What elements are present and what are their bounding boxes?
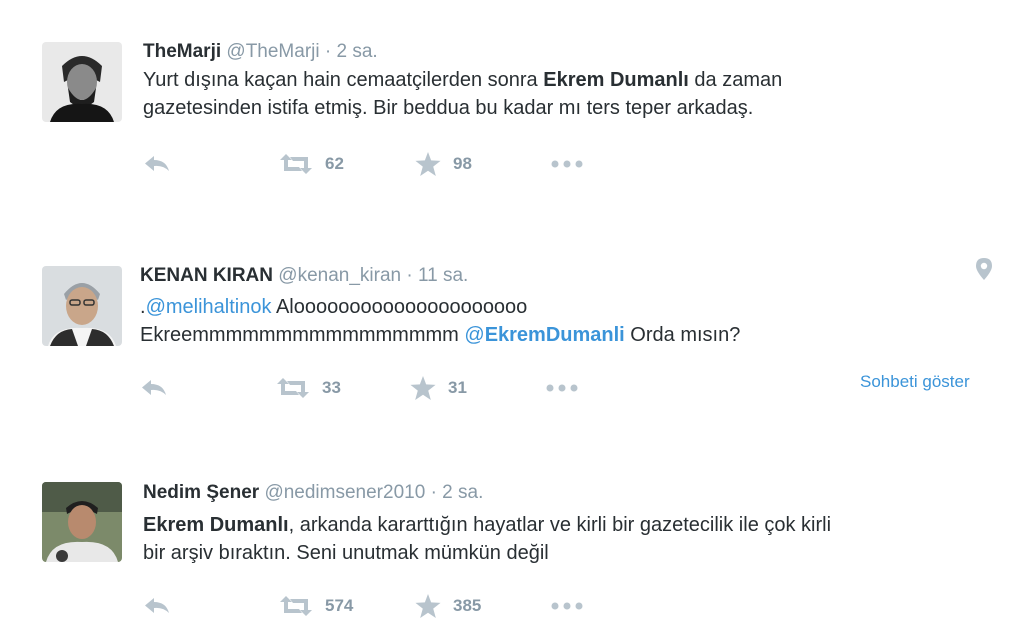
timestamp[interactable]: 2 sa. [337,41,378,62]
bold-text: Ekrem Dumanlı [143,514,289,536]
tweet-actions: 33 31 [140,375,740,401]
display-name[interactable]: TheMarji [143,41,221,62]
retweet-button[interactable]: 574 [279,593,353,619]
star-icon [410,376,436,400]
avatar[interactable] [42,482,122,562]
tweet-text: Ekrem Dumanlı, arkanda kararttığın hayat… [143,511,831,567]
star-icon [415,152,441,176]
retweet-icon [277,378,309,398]
reply-button[interactable] [143,151,171,177]
retweet-button[interactable]: 33 [276,375,341,401]
like-button[interactable]: 98 [415,151,472,177]
mention-link[interactable]: @EkremDumanli [464,324,624,346]
display-name[interactable]: KENAN KIRAN [140,265,273,286]
text-segment: Orda mısın? [624,324,741,346]
more-icon [546,384,578,392]
more-button[interactable] [546,375,578,401]
separator: · [406,265,413,286]
separator: · [324,41,332,62]
retweet-count: 574 [325,596,354,615]
text-line: bir arşiv bıraktın. Seni unutmak mümkün … [143,542,549,564]
tweet-actions: 62 98 [143,151,743,177]
tweet-actions: 574 385 [143,593,743,619]
reply-icon [145,156,169,171]
more-button[interactable] [551,593,583,619]
username[interactable]: @TheMarji [226,41,319,62]
avatar[interactable] [42,266,122,346]
reply-button[interactable] [140,375,168,401]
retweet-button[interactable]: 62 [279,151,344,177]
mention-name: EkremDumanli [484,324,625,346]
like-count: 385 [453,596,482,615]
timestamp[interactable]: 11 sa. [418,265,468,286]
retweet-count: 33 [322,378,341,397]
text-segment: Alooooooooooooooooooooo [271,296,528,318]
reply-button[interactable] [143,593,171,619]
text-segment: , arkanda kararttığın hayatlar ve kirli … [288,514,832,536]
username[interactable]: @kenan_kiran [278,265,401,286]
tweet-text: .@melihaltinok Alooooooooooooooooooooo E… [140,293,740,349]
avatar[interactable] [42,42,122,122]
username[interactable]: @nedimsener2010 [264,482,425,503]
retweet-count: 62 [325,154,344,173]
like-count: 31 [448,378,467,397]
more-icon [551,160,583,168]
reply-icon [145,598,169,613]
like-button[interactable]: 385 [415,593,481,619]
location-pin-icon[interactable] [976,258,992,280]
timestamp[interactable]: 2 sa. [442,482,483,503]
star-icon [415,594,441,618]
like-count: 98 [453,154,472,173]
text-segment: da zaman [688,69,783,91]
mention-at: @ [464,324,485,346]
tweet-header: Nedim Şener @nedimsener2010 · 2 sa. [143,482,483,504]
like-button[interactable]: 31 [410,375,467,401]
reply-icon [142,380,166,395]
tweet-text: Yurt dışına kaçan hain cemaatçilerden so… [143,66,782,122]
retweet-icon [280,154,312,174]
bold-text: Ekrem Dumanlı [543,69,689,91]
text-segment: Yurt dışına kaçan hain cemaatçilerden so… [143,69,544,91]
tweet-header: TheMarji @TheMarji · 2 sa. [143,41,378,63]
more-button[interactable] [551,151,583,177]
mention-link[interactable]: @melihaltinok [146,296,272,318]
text-segment: Ekreemmmmmmmmmmmmmmmm [140,324,465,346]
display-name[interactable]: Nedim Şener [143,482,259,503]
separator: · [430,482,437,503]
tweet-header: KENAN KIRAN @kenan_kiran · 11 sa. [140,265,468,287]
retweet-icon [280,596,312,616]
more-icon [551,602,583,610]
text-line: gazetesinden istifa etmiş. Bir beddua bu… [143,97,754,119]
show-conversation-link[interactable]: Sohbeti göster [860,372,970,392]
